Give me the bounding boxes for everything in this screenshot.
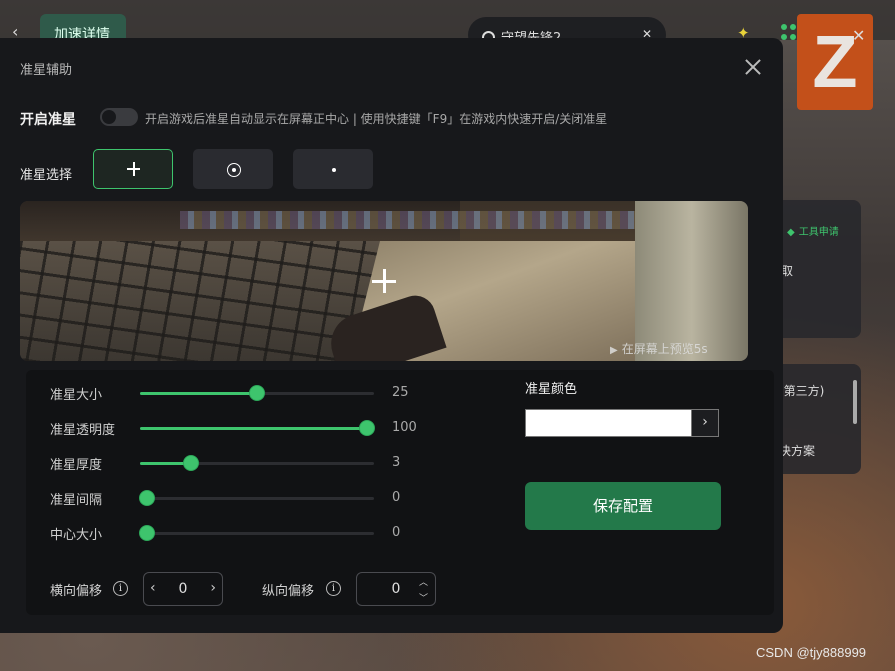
toggle-knob bbox=[102, 110, 116, 124]
tool-request-link[interactable]: 工具申请 bbox=[787, 223, 839, 238]
chevron-right-icon[interactable]: › bbox=[691, 410, 718, 436]
save-config-button[interactable]: 保存配置 bbox=[525, 482, 721, 530]
crosshair-gap-slider[interactable] bbox=[139, 490, 374, 506]
crosshair-color-picker[interactable]: › bbox=[525, 409, 719, 437]
card-text: (第三方) bbox=[779, 384, 825, 398]
chevron-up-icon[interactable]: ︿ bbox=[419, 575, 428, 588]
background-topbar bbox=[0, 0, 895, 40]
crosshair-assist-dialog: 准星辅助 开启准星 开启游戏后准星自动显示在屏幕正中心 | 使用快捷键「F9」在… bbox=[0, 38, 783, 633]
apps-grid-icon[interactable] bbox=[781, 24, 797, 40]
slider-thumb[interactable] bbox=[358, 420, 375, 436]
crosshair-thickness-value: 3 bbox=[392, 455, 401, 470]
crosshair-option-dot[interactable] bbox=[293, 149, 373, 189]
slider-thumb[interactable] bbox=[139, 525, 156, 541]
close-icon[interactable] bbox=[743, 57, 763, 77]
center-size-value: 0 bbox=[392, 525, 401, 540]
slider-fill bbox=[140, 427, 367, 430]
crosshair-thickness-slider-row: 准星厚度 3 bbox=[50, 453, 430, 473]
preview-on-screen-button[interactable]: 在屏幕上预览5s bbox=[610, 340, 708, 357]
horizontal-offset-label: 横向偏移 bbox=[50, 584, 103, 599]
chevron-right-icon[interactable]: › bbox=[210, 580, 216, 596]
crosshair-option-cross[interactable] bbox=[93, 149, 173, 189]
scrollbar[interactable] bbox=[853, 380, 857, 424]
crosshair-gap-slider-row: 准星间隔 0 bbox=[50, 488, 430, 508]
dot-icon bbox=[332, 168, 336, 172]
watermark: CSDN @tjy888999 bbox=[756, 645, 867, 660]
crosshair-opacity-label: 准星透明度 bbox=[50, 423, 116, 438]
slider-fill bbox=[140, 392, 257, 395]
enable-crosshair-label: 开启准星 bbox=[20, 112, 76, 128]
vertical-offset-label: 纵向偏移 bbox=[262, 584, 315, 599]
card-text: 决方案 bbox=[779, 444, 816, 458]
center-size-label: 中心大小 bbox=[50, 528, 103, 543]
crosshair-size-slider[interactable] bbox=[140, 385, 374, 401]
slider-thumb[interactable] bbox=[183, 455, 200, 471]
crosshair-opacity-value: 100 bbox=[392, 420, 417, 435]
crosshair-size-label: 准星大小 bbox=[50, 388, 103, 403]
chevron-down-icon[interactable]: ﹀ bbox=[419, 591, 428, 604]
circle-dot-icon bbox=[227, 163, 241, 177]
slider-thumb[interactable] bbox=[139, 490, 156, 506]
vertical-offset-stepper[interactable]: 0 ︿ ﹀ bbox=[356, 572, 436, 606]
info-icon[interactable]: i bbox=[113, 581, 128, 596]
center-size-slider[interactable] bbox=[139, 525, 374, 541]
enable-crosshair-toggle[interactable] bbox=[100, 108, 138, 126]
enable-crosshair-hint: 开启游戏后准星自动显示在屏幕正中心 | 使用快捷键「F9」在游戏内快速开启/关闭… bbox=[145, 112, 608, 126]
slider-thumb[interactable] bbox=[249, 385, 265, 401]
crosshair-gap-value: 0 bbox=[392, 490, 401, 505]
crosshair-gap-label: 准星间隔 bbox=[50, 493, 103, 508]
dialog-title: 准星辅助 bbox=[20, 63, 73, 78]
crosshair-thickness-label: 准星厚度 bbox=[50, 458, 103, 473]
crosshair-size-slider-row: 准星大小 25 bbox=[50, 383, 430, 403]
crosshair-thickness-slider[interactable] bbox=[140, 455, 374, 471]
window-close-icon[interactable]: ✕ bbox=[852, 26, 865, 45]
crosshair-select-label: 准星选择 bbox=[20, 168, 73, 183]
crosshair-option-circle[interactable] bbox=[193, 149, 273, 189]
info-icon[interactable]: i bbox=[326, 581, 341, 596]
crosshair-opacity-slider[interactable] bbox=[140, 420, 375, 436]
crosshair-size-value: 25 bbox=[392, 385, 409, 400]
crosshair-color-label: 准星颜色 bbox=[525, 382, 578, 397]
crosshair-opacity-slider-row: 准星透明度 100 bbox=[50, 418, 430, 438]
crosshair-preview: 在屏幕上预览5s bbox=[20, 201, 748, 361]
center-size-slider-row: 中心大小 0 bbox=[50, 523, 430, 543]
horizontal-offset-stepper[interactable]: ‹ 0 › bbox=[143, 572, 223, 606]
